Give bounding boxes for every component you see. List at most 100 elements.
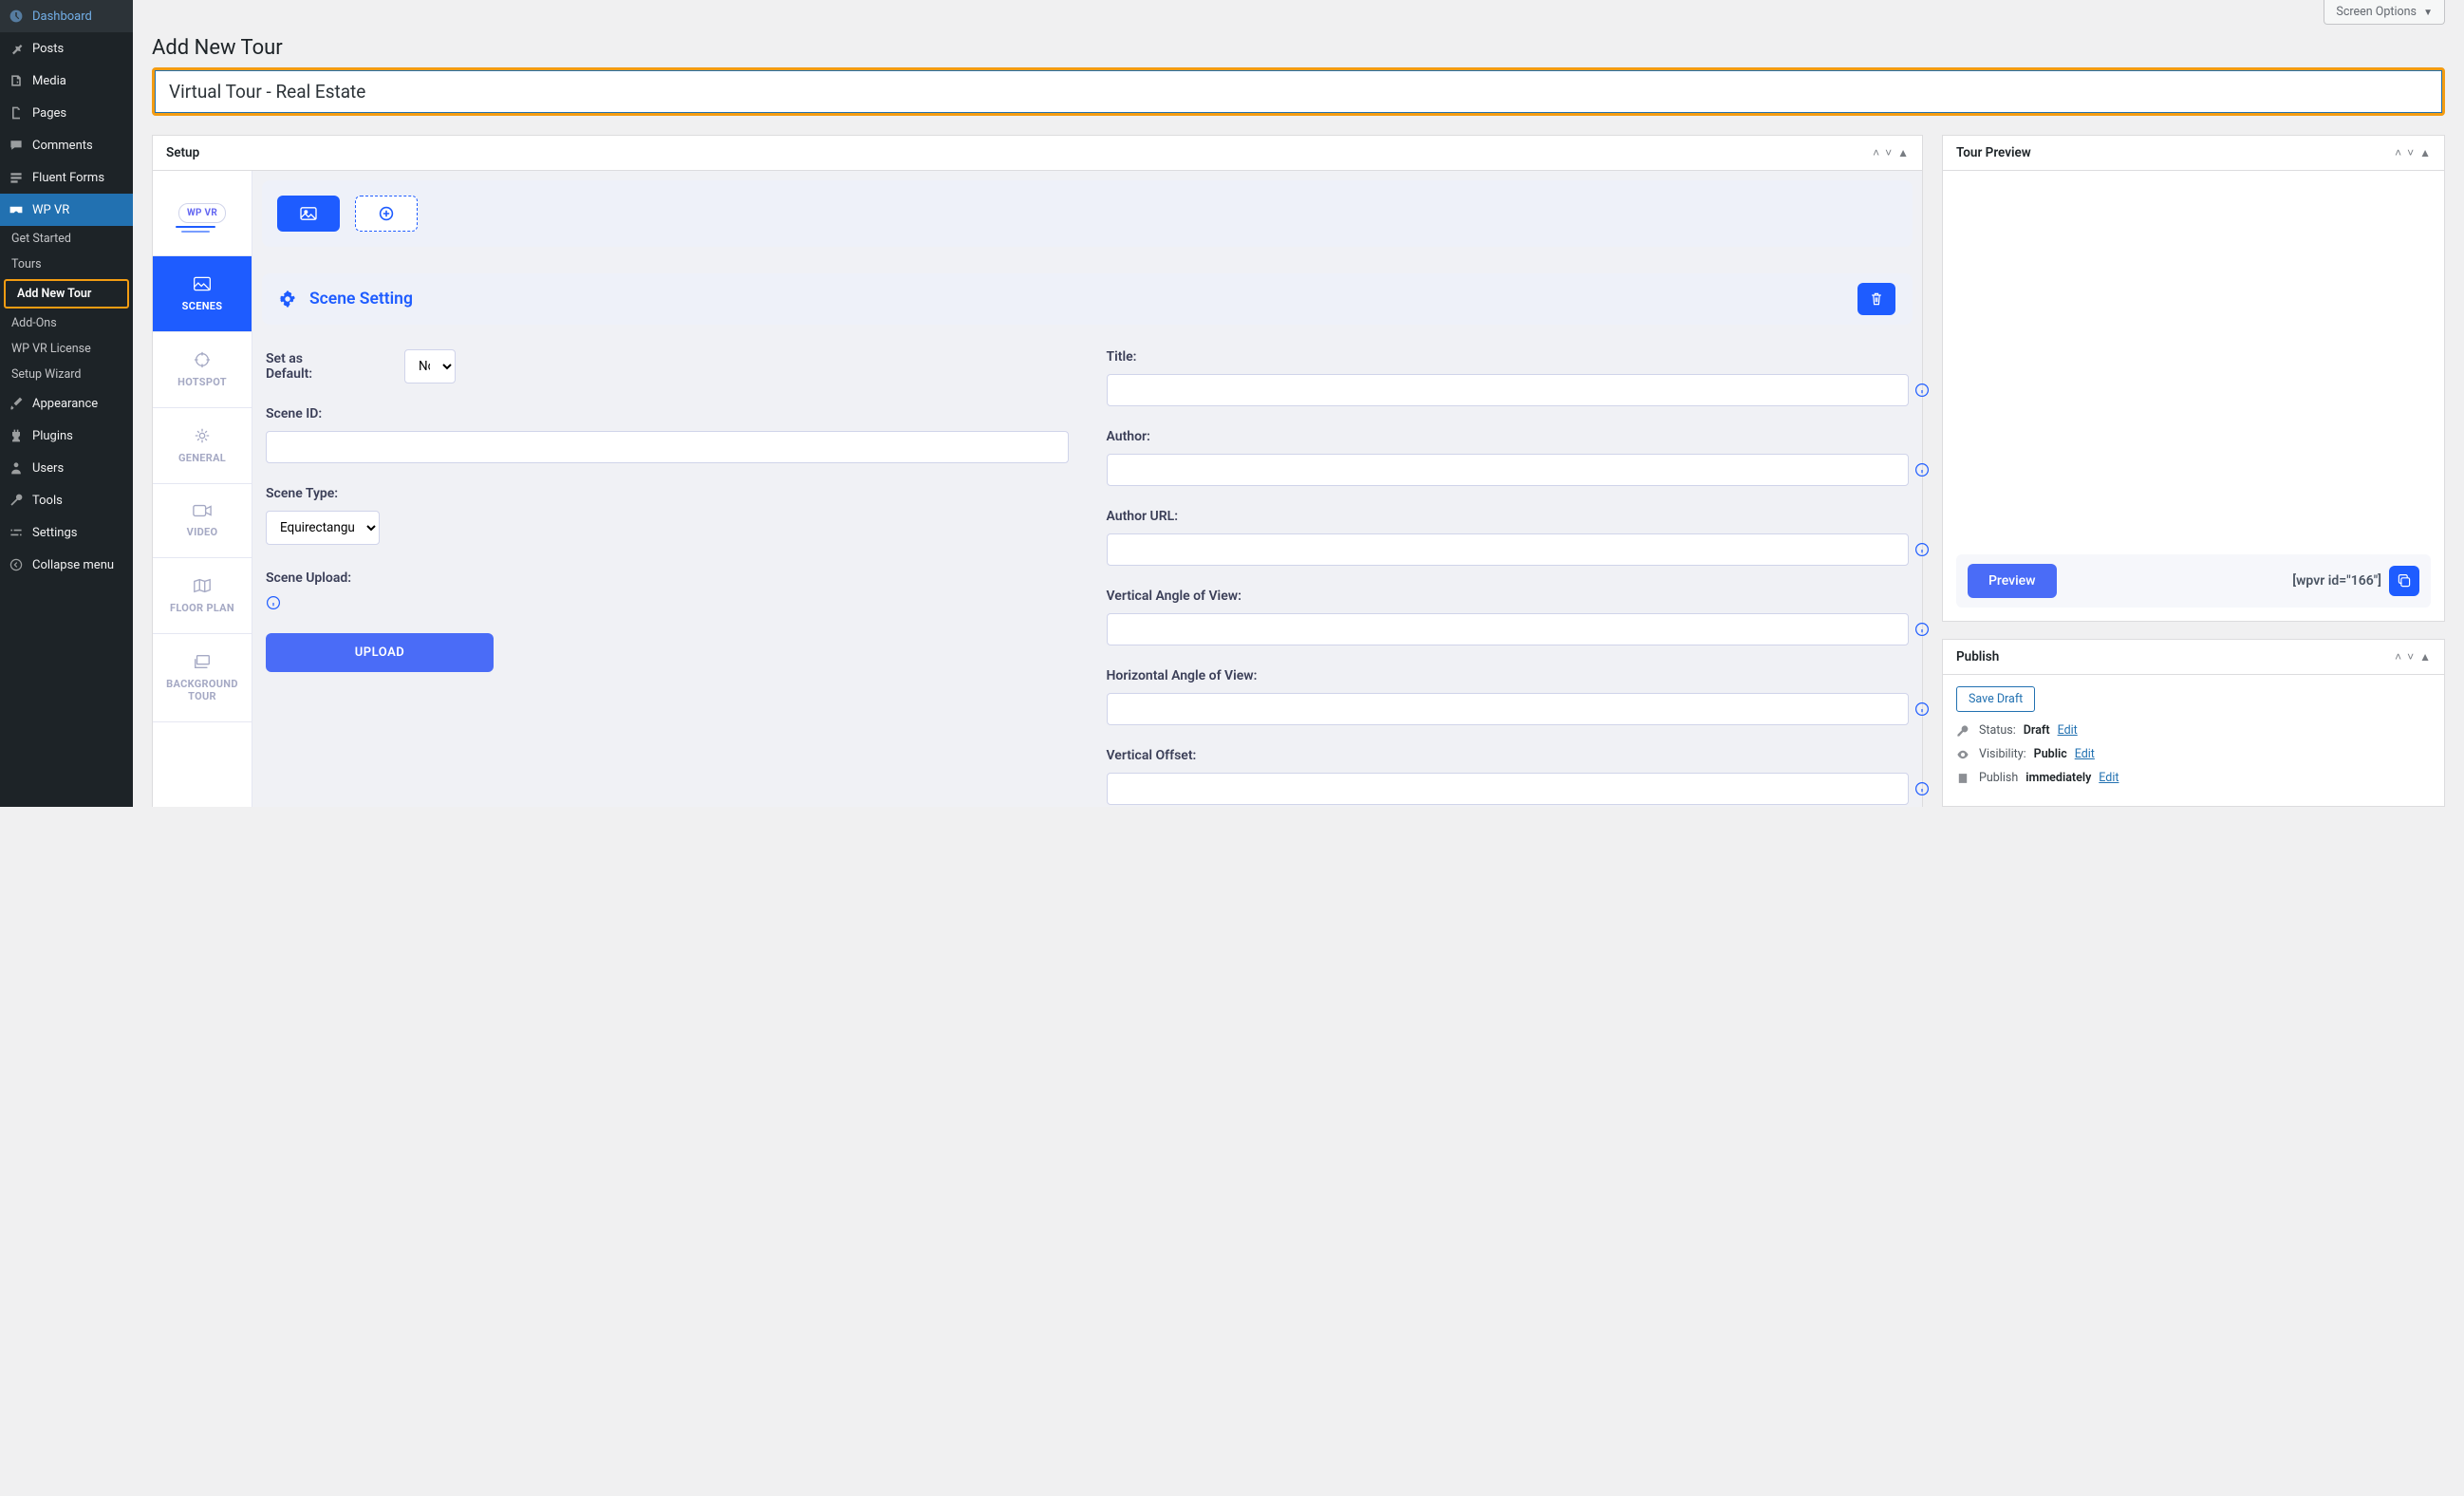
scene-type-label: Scene Type: xyxy=(266,486,1069,501)
tab-hotspot[interactable]: HOTSPOT xyxy=(153,332,252,408)
sub-item-add-ons[interactable]: Add-Ons xyxy=(0,310,133,336)
sidebar-item-posts[interactable]: Posts xyxy=(0,32,133,65)
copy-shortcode-button[interactable] xyxy=(2389,566,2419,596)
metabox-up-icon[interactable]: ˄ xyxy=(2395,146,2401,159)
delete-scene-button[interactable] xyxy=(1857,283,1895,315)
metabox-collapse-icon[interactable]: ▲ xyxy=(1897,146,1909,159)
sidebar-label: Pages xyxy=(32,106,66,121)
visibility-value: Public xyxy=(2034,747,2067,761)
sub-item-setup-wizard[interactable]: Setup Wizard xyxy=(0,362,133,387)
scene-id-input[interactable] xyxy=(266,431,1069,463)
metabox-up-icon[interactable]: ˄ xyxy=(2395,650,2401,664)
set-default-select[interactable]: No xyxy=(404,349,456,383)
setup-metabox: Setup ˄ ˅ ▲ WP VR xyxy=(152,135,1923,807)
edit-schedule-link[interactable]: Edit xyxy=(2099,771,2119,785)
sidebar-item-appearance[interactable]: Appearance xyxy=(0,387,133,420)
author-label: Author: xyxy=(1107,429,1910,444)
set-default-label: Set as Default: xyxy=(266,351,347,382)
sidebar-item-tools[interactable]: Tools xyxy=(0,484,133,516)
tab-floor-plan[interactable]: FLOOR PLAN xyxy=(153,558,252,634)
metabox-down-icon[interactable]: ˅ xyxy=(2407,650,2414,664)
scene-title-input[interactable] xyxy=(1107,374,1910,406)
scene-chip-add[interactable] xyxy=(355,196,418,232)
gear-icon xyxy=(279,290,296,308)
sidebar-item-pages[interactable]: Pages xyxy=(0,97,133,129)
voffset-input[interactable] xyxy=(1107,773,1910,805)
metabox-up-icon[interactable]: ˄ xyxy=(1873,146,1879,159)
author-input[interactable] xyxy=(1107,454,1910,486)
info-icon[interactable] xyxy=(1914,542,1930,557)
preview-button[interactable]: Preview xyxy=(1968,564,2057,598)
screen-options-button[interactable]: Screen Options ▼ xyxy=(2324,0,2445,25)
author-url-input[interactable] xyxy=(1107,533,1910,566)
info-icon[interactable] xyxy=(1914,383,1930,398)
vangle-label: Vertical Angle of View: xyxy=(1107,589,1910,604)
eye-icon xyxy=(1956,748,1971,761)
sidebar-label: Fluent Forms xyxy=(32,171,104,185)
status-label: Status: xyxy=(1979,723,2016,738)
preview-metabox: Tour Preview ˄ ˅ ▲ Preview [wpvr id="166… xyxy=(1942,135,2445,622)
scene-chip-active[interactable] xyxy=(277,196,340,232)
visibility-label: Visibility: xyxy=(1979,747,2026,761)
map-icon xyxy=(193,577,212,594)
image-icon xyxy=(193,275,212,292)
tab-background-tour[interactable]: BACKGROUND TOUR xyxy=(153,634,252,722)
metabox-collapse-icon[interactable]: ▲ xyxy=(2419,146,2431,159)
tab-label: SCENES xyxy=(182,300,223,312)
preview-metabox-title: Tour Preview xyxy=(1956,145,2031,160)
info-icon[interactable] xyxy=(1914,622,1930,637)
metabox-collapse-icon[interactable]: ▲ xyxy=(2419,650,2431,664)
publish-schedule-label: Publish xyxy=(1979,771,2018,785)
pin-icon xyxy=(8,40,25,57)
screen-options-label: Screen Options xyxy=(2336,5,2417,19)
sidebar-label: WP VR xyxy=(32,203,69,217)
info-icon[interactable] xyxy=(1914,701,1930,717)
tab-label: HOTSPOT xyxy=(177,376,227,388)
sidebar-label: Dashboard xyxy=(32,9,92,24)
tab-general[interactable]: GENERAL xyxy=(153,408,252,484)
tour-title-input[interactable] xyxy=(155,70,2442,113)
info-icon[interactable] xyxy=(1914,462,1930,477)
comment-icon xyxy=(8,137,25,154)
sidebar-item-plugins[interactable]: Plugins xyxy=(0,420,133,452)
sidebar-item-collapse[interactable]: Collapse menu xyxy=(0,549,133,581)
shortcode-text: [wpvr id="166"] xyxy=(2292,573,2381,589)
sidebar-label: Collapse menu xyxy=(32,558,114,572)
sidebar-item-comments[interactable]: Comments xyxy=(0,129,133,161)
form-icon xyxy=(8,169,25,186)
sidebar-item-media[interactable]: Media xyxy=(0,65,133,97)
scene-title-label: Title: xyxy=(1107,349,1910,365)
sidebar-item-users[interactable]: Users xyxy=(0,452,133,484)
sub-item-get-started[interactable]: Get Started xyxy=(0,226,133,252)
edit-status-link[interactable]: Edit xyxy=(2058,723,2078,738)
metabox-down-icon[interactable]: ˅ xyxy=(2407,146,2414,159)
key-icon xyxy=(1956,724,1971,738)
edit-visibility-link[interactable]: Edit xyxy=(2075,747,2095,761)
info-icon[interactable] xyxy=(266,595,1069,610)
brush-icon xyxy=(8,395,25,412)
sidebar-item-fluent-forms[interactable]: Fluent Forms xyxy=(0,161,133,194)
upload-button[interactable]: UPLOAD xyxy=(266,633,494,672)
vangle-input[interactable] xyxy=(1107,613,1910,645)
sub-item-tours[interactable]: Tours xyxy=(0,252,133,277)
sidebar-label: Media xyxy=(32,74,66,88)
scene-type-select[interactable]: Equirectangular xyxy=(266,511,380,545)
tab-video[interactable]: VIDEO xyxy=(153,484,252,558)
save-draft-button[interactable]: Save Draft xyxy=(1956,686,2035,712)
metabox-down-icon[interactable]: ˅ xyxy=(1885,146,1892,159)
hangle-input[interactable] xyxy=(1107,693,1910,725)
tab-label: GENERAL xyxy=(178,452,226,464)
sidebar-item-wp-vr[interactable]: WP VR xyxy=(0,194,133,226)
tab-scenes[interactable]: SCENES xyxy=(153,256,252,332)
page-icon xyxy=(8,104,25,122)
sub-item-add-new-tour[interactable]: Add New Tour xyxy=(4,279,129,309)
sidebar-label: Users xyxy=(32,461,64,476)
publish-schedule-value: immediately xyxy=(2025,771,2091,785)
wrench-icon xyxy=(8,492,25,509)
sidebar-item-dashboard[interactable]: Dashboard xyxy=(0,0,133,32)
sub-item-license[interactable]: WP VR License xyxy=(0,336,133,362)
crosshair-icon xyxy=(194,351,211,368)
sidebar-item-settings[interactable]: Settings xyxy=(0,516,133,549)
info-icon[interactable] xyxy=(1914,781,1930,796)
admin-sidebar: Dashboard Posts Media Pages Comments Flu… xyxy=(0,0,133,807)
